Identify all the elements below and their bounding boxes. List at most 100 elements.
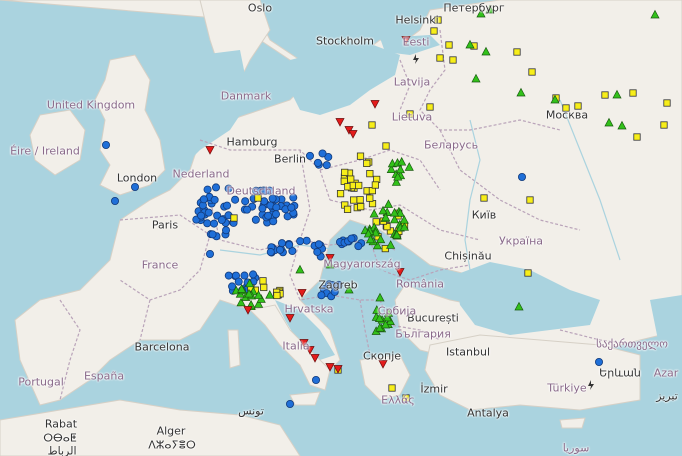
blue-circle-marker[interactable] [203,185,212,194]
green-triangle-marker[interactable] [650,9,660,19]
yellow-square-marker[interactable] [356,152,365,160]
red-triangle-marker[interactable] [348,130,358,139]
yellow-square-marker[interactable] [356,196,364,204]
blue-circle-marker[interactable] [217,215,226,224]
blue-circle-marker[interactable] [296,237,305,246]
blue-circle-marker[interactable] [518,172,527,181]
red-triangle-marker[interactable] [285,314,295,323]
red-triangle-marker[interactable] [335,118,345,127]
blue-circle-marker[interactable] [251,215,260,224]
yellow-square-marker[interactable] [363,159,371,167]
blue-circle-marker[interactable] [204,208,213,217]
blue-circle-marker[interactable] [258,204,267,213]
yellow-square-marker[interactable] [347,175,355,183]
blue-circle-marker[interactable] [264,211,273,220]
yellow-square-marker[interactable] [524,269,532,277]
red-triangle-marker[interactable] [297,289,307,298]
blue-circle-marker[interactable] [211,183,220,192]
blue-circle-marker[interactable] [305,151,314,160]
red-triangle-marker[interactable] [325,363,335,372]
blue-circle-marker[interactable] [240,271,249,280]
blue-circle-marker[interactable] [595,357,604,366]
blue-circle-marker[interactable] [313,158,322,167]
green-triangle-marker[interactable] [481,46,491,56]
blue-circle-marker[interactable] [203,219,212,228]
blue-circle-marker[interactable] [210,219,219,228]
yellow-square-marker[interactable] [273,291,281,300]
blue-circle-marker[interactable] [223,201,232,210]
yellow-square-marker[interactable] [388,384,396,392]
yellow-square-marker[interactable] [660,121,668,129]
blue-circle-marker[interactable] [276,245,285,254]
yellow-square-marker[interactable] [371,181,379,189]
yellow-square-marker[interactable] [368,121,376,129]
blue-circle-marker[interactable] [241,197,250,206]
blue-circle-marker[interactable] [199,195,208,204]
green-triangle-marker[interactable] [369,208,379,218]
blue-circle-marker[interactable] [197,211,206,220]
yellow-square-marker[interactable] [513,48,521,56]
green-triangle-marker[interactable] [265,290,275,299]
blue-circle-marker[interactable] [272,203,281,212]
yellow-square-marker[interactable] [601,91,609,99]
blue-circle-marker[interactable] [287,203,296,212]
yellow-square-marker[interactable] [230,214,238,222]
yellow-square-marker[interactable] [350,196,358,204]
yellow-square-marker[interactable] [366,194,374,202]
blue-circle-marker[interactable] [302,236,311,245]
blue-circle-marker[interactable] [285,399,294,408]
yellow-square-marker[interactable] [357,203,365,211]
blue-circle-marker[interactable] [314,240,323,249]
yellow-square-marker[interactable] [430,27,438,35]
yellow-square-marker[interactable] [336,190,345,198]
yellow-square-marker[interactable] [260,283,268,292]
blue-circle-marker[interactable] [111,196,120,205]
yellow-square-marker[interactable] [343,205,352,213]
yellow-square-marker[interactable] [629,89,637,97]
yellow-square-marker[interactable] [355,181,363,190]
blue-circle-marker[interactable] [354,242,363,251]
blue-circle-marker[interactable] [102,140,111,149]
lightning-icon[interactable] [588,380,594,390]
yellow-square-marker[interactable] [663,99,671,107]
yellow-square-marker[interactable] [382,142,390,150]
blue-circle-marker[interactable] [243,205,252,214]
yellow-square-marker[interactable] [259,277,267,285]
blue-circle-marker[interactable] [318,149,327,158]
green-triangle-marker[interactable] [404,162,414,171]
blue-circle-marker[interactable] [224,271,233,280]
green-triangle-marker[interactable] [612,89,622,99]
blue-circle-marker[interactable] [234,277,243,286]
red-triangle-marker[interactable] [370,100,380,109]
yellow-square-marker[interactable] [480,194,488,202]
red-triangle-marker[interactable] [243,306,253,315]
yellow-square-marker[interactable] [528,68,536,76]
blue-circle-marker[interactable] [311,375,320,384]
yellow-square-marker[interactable] [426,103,434,111]
green-triangle-marker[interactable] [383,199,394,208]
yellow-square-marker[interactable] [445,41,453,49]
blue-circle-marker[interactable] [205,249,214,258]
blue-circle-marker[interactable] [317,291,326,300]
blue-circle-marker[interactable] [260,197,269,206]
green-triangle-marker[interactable] [386,240,396,249]
map-view[interactable]: Oslo Helsinki Петербург Stockholm Hambur… [0,0,682,456]
blue-circle-marker[interactable] [285,240,294,249]
blue-circle-marker[interactable] [208,230,217,239]
green-triangle-marker[interactable] [295,264,305,274]
green-triangle-marker[interactable] [516,87,526,97]
yellow-square-marker[interactable] [436,54,444,62]
yellow-square-marker[interactable] [526,196,534,204]
green-triangle-marker[interactable] [375,292,385,302]
blue-circle-marker[interactable] [272,210,281,219]
yellow-square-marker[interactable] [449,56,457,64]
blue-circle-marker[interactable] [266,248,275,257]
blue-circle-marker[interactable] [249,270,258,279]
red-triangle-marker[interactable] [310,354,320,363]
blue-circle-marker[interactable] [313,247,322,256]
yellow-square-marker[interactable] [366,170,374,178]
green-triangle-marker[interactable] [617,120,627,130]
blue-circle-marker[interactable] [277,239,286,248]
blue-circle-marker[interactable] [210,195,219,204]
blue-circle-marker[interactable] [347,234,356,243]
